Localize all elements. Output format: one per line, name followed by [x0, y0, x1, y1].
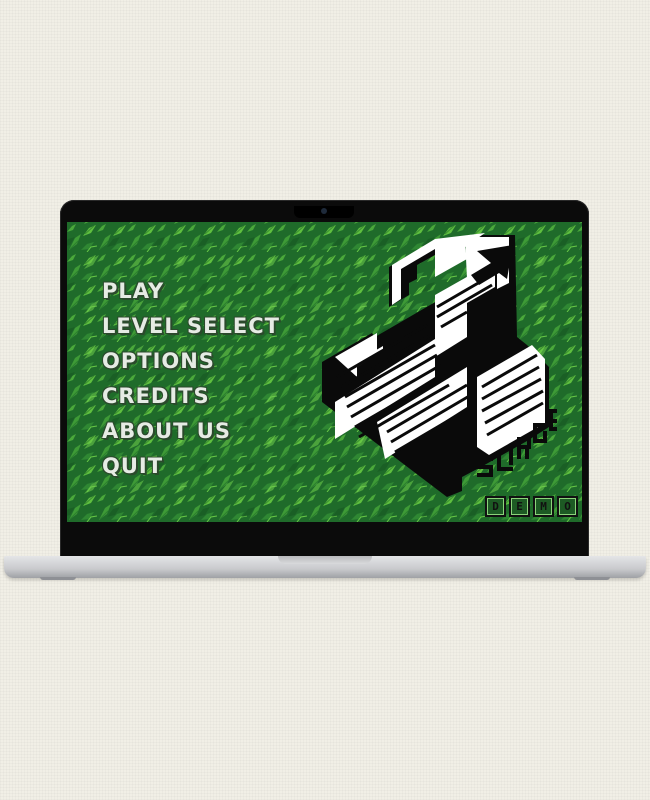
- menu-item-options[interactable]: OPTIONS: [102, 347, 280, 382]
- laptop-foot-left: [40, 577, 76, 580]
- laptop-foot-right: [574, 577, 610, 580]
- demo-badge-d: D: [485, 496, 506, 517]
- menu-item-about-us[interactable]: ABOUT US: [102, 417, 280, 452]
- demo-badge-e: E: [509, 496, 530, 517]
- up-surge-logo: [322, 233, 557, 497]
- main-menu: PLAY LEVEL SELECT OPTIONS CREDITS ABOUT …: [102, 277, 280, 487]
- game-screen: PLAY LEVEL SELECT OPTIONS CREDITS ABOUT …: [67, 222, 582, 522]
- menu-item-quit[interactable]: QUIT: [102, 452, 280, 487]
- laptop-groove: [278, 556, 372, 564]
- laptop-mockup: PLAY LEVEL SELECT OPTIONS CREDITS ABOUT …: [0, 0, 650, 800]
- demo-badge-m: M: [533, 496, 554, 517]
- demo-badge-o: O: [557, 496, 578, 517]
- menu-item-play[interactable]: PLAY: [102, 277, 280, 312]
- menu-item-credits[interactable]: CREDITS: [102, 382, 280, 417]
- camera-icon: [321, 208, 327, 214]
- menu-item-level-select[interactable]: LEVEL SELECT: [102, 312, 280, 347]
